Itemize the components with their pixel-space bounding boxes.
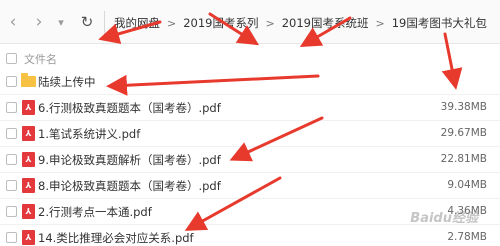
pdf-icon: ⅄	[22, 100, 35, 115]
pdf-icon: ⅄	[22, 178, 35, 193]
file-size: 22.81MB	[440, 153, 487, 165]
breadcrumb-item-2019-class[interactable]: 2019国考系统班	[277, 15, 374, 31]
folder-icon	[21, 73, 36, 87]
file-name[interactable]: 6.行测极致真题题本（国考卷）.pdf	[38, 100, 221, 116]
row-checkbox[interactable]	[6, 180, 17, 191]
breadcrumb: 我的网盘 > 2019国考系列 > 2019国考系统班 > 19国考图书大礼包	[104, 11, 492, 35]
file-name[interactable]: 9.申论极致真题解析（国考卷）.pdf	[38, 152, 221, 168]
list-item-file[interactable]: ⅄ 6.行测极致真题题本（国考卷）.pdf 39.38MB	[0, 95, 500, 121]
row-checkbox[interactable]	[6, 102, 17, 113]
history-dropdown-icon[interactable]: ▾	[50, 11, 72, 33]
breadcrumb-separator: >	[375, 16, 385, 30]
row-checkbox[interactable]	[6, 206, 17, 217]
back-icon[interactable]: ‹	[2, 11, 24, 33]
file-size: 29.67MB	[440, 127, 487, 139]
toolbar: ‹ › ▾ ↻ 我的网盘 > 2019国考系列 > 2019国考系统班 > 19…	[0, 0, 500, 44]
file-name[interactable]: 2.行测考点一本通.pdf	[38, 204, 152, 220]
row-checkbox[interactable]	[6, 154, 17, 165]
pdf-icon: ⅄	[22, 204, 35, 219]
refresh-icon[interactable]: ↻	[76, 11, 98, 33]
list-item-file[interactable]: ⅄ 1.笔试系统讲义.pdf 29.67MB	[0, 121, 500, 147]
file-size: 39.38MB	[440, 101, 487, 113]
breadcrumb-separator: >	[265, 16, 275, 30]
file-list-header: 文件名	[0, 47, 500, 69]
list-item-file[interactable]: ⅄ 9.申论极致真题解析（国考卷）.pdf 22.81MB	[0, 147, 500, 173]
breadcrumb-item-book-pack[interactable]: 19国考图书大礼包	[387, 15, 492, 31]
file-name[interactable]: 8.申论极致真题题本（国考卷）.pdf	[38, 178, 221, 194]
column-header-filename[interactable]: 文件名	[24, 51, 57, 67]
list-item-file[interactable]: ⅄ 8.申论极致真题题本（国考卷）.pdf 9.04MB	[0, 173, 500, 199]
select-all-checkbox[interactable]	[6, 53, 17, 64]
row-checkbox[interactable]	[6, 232, 17, 243]
list-item-file[interactable]: ⅄ 14.类比推理必会对应关系.pdf 2.78MB	[0, 225, 500, 245]
file-name[interactable]: 1.笔试系统讲义.pdf	[38, 126, 140, 142]
pdf-icon: ⅄	[22, 230, 35, 245]
pdf-icon: ⅄	[22, 152, 35, 167]
file-name[interactable]: 陆续上传中	[38, 74, 96, 90]
breadcrumb-item-2019-series[interactable]: 2019国考系列	[178, 15, 263, 31]
file-size: 2.78MB	[447, 231, 487, 243]
breadcrumb-divider	[104, 11, 105, 35]
file-size: 9.04MB	[447, 179, 487, 191]
row-checkbox[interactable]	[6, 76, 17, 87]
pdf-icon: ⅄	[22, 126, 35, 141]
breadcrumb-separator: >	[167, 16, 177, 30]
forward-icon[interactable]: ›	[28, 11, 50, 33]
watermark-logo: Baidu经验	[410, 211, 478, 226]
breadcrumb-item-my-disk[interactable]: 我的网盘	[109, 15, 165, 31]
row-checkbox[interactable]	[6, 128, 17, 139]
list-item-folder[interactable]: 陆续上传中	[0, 69, 500, 95]
